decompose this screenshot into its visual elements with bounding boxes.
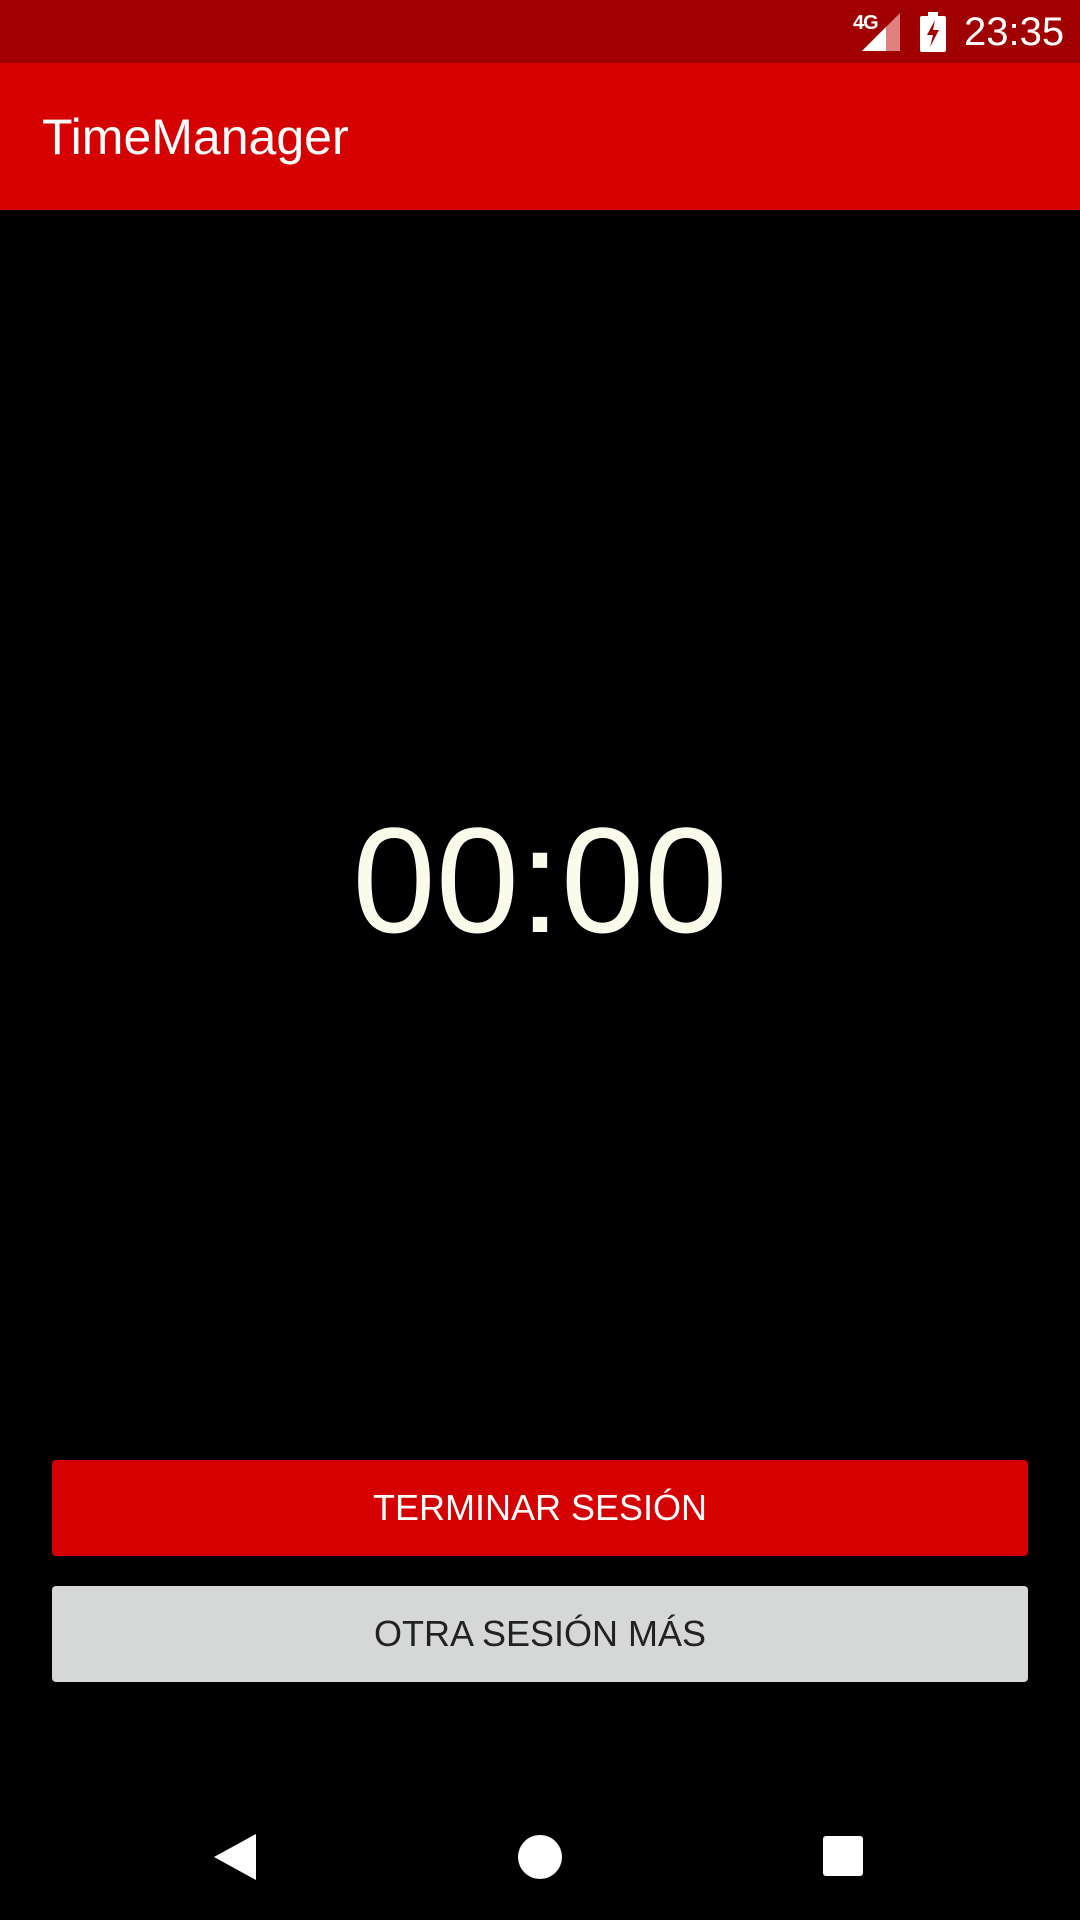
timer-display: 00:00	[352, 796, 728, 964]
home-icon[interactable]	[518, 1835, 562, 1879]
signal-icon	[862, 13, 900, 51]
back-icon[interactable]	[214, 1834, 256, 1880]
navigation-bar	[0, 1794, 1080, 1920]
screen: 4G 23:35 TimeManager 00:00 TERMINAR SESI…	[0, 0, 1080, 1920]
status-bar: 4G 23:35	[0, 0, 1080, 63]
app-title: TimeManager	[42, 109, 349, 165]
status-time: 23:35	[964, 10, 1065, 54]
recents-icon[interactable]	[823, 1836, 863, 1876]
app-bar: TimeManager	[0, 63, 1080, 210]
another-session-button[interactable]: OTRA SESIÓN MÁS	[52, 1586, 1028, 1682]
end-session-button[interactable]: TERMINAR SESIÓN	[52, 1460, 1028, 1556]
battery-charging-icon	[920, 12, 946, 52]
